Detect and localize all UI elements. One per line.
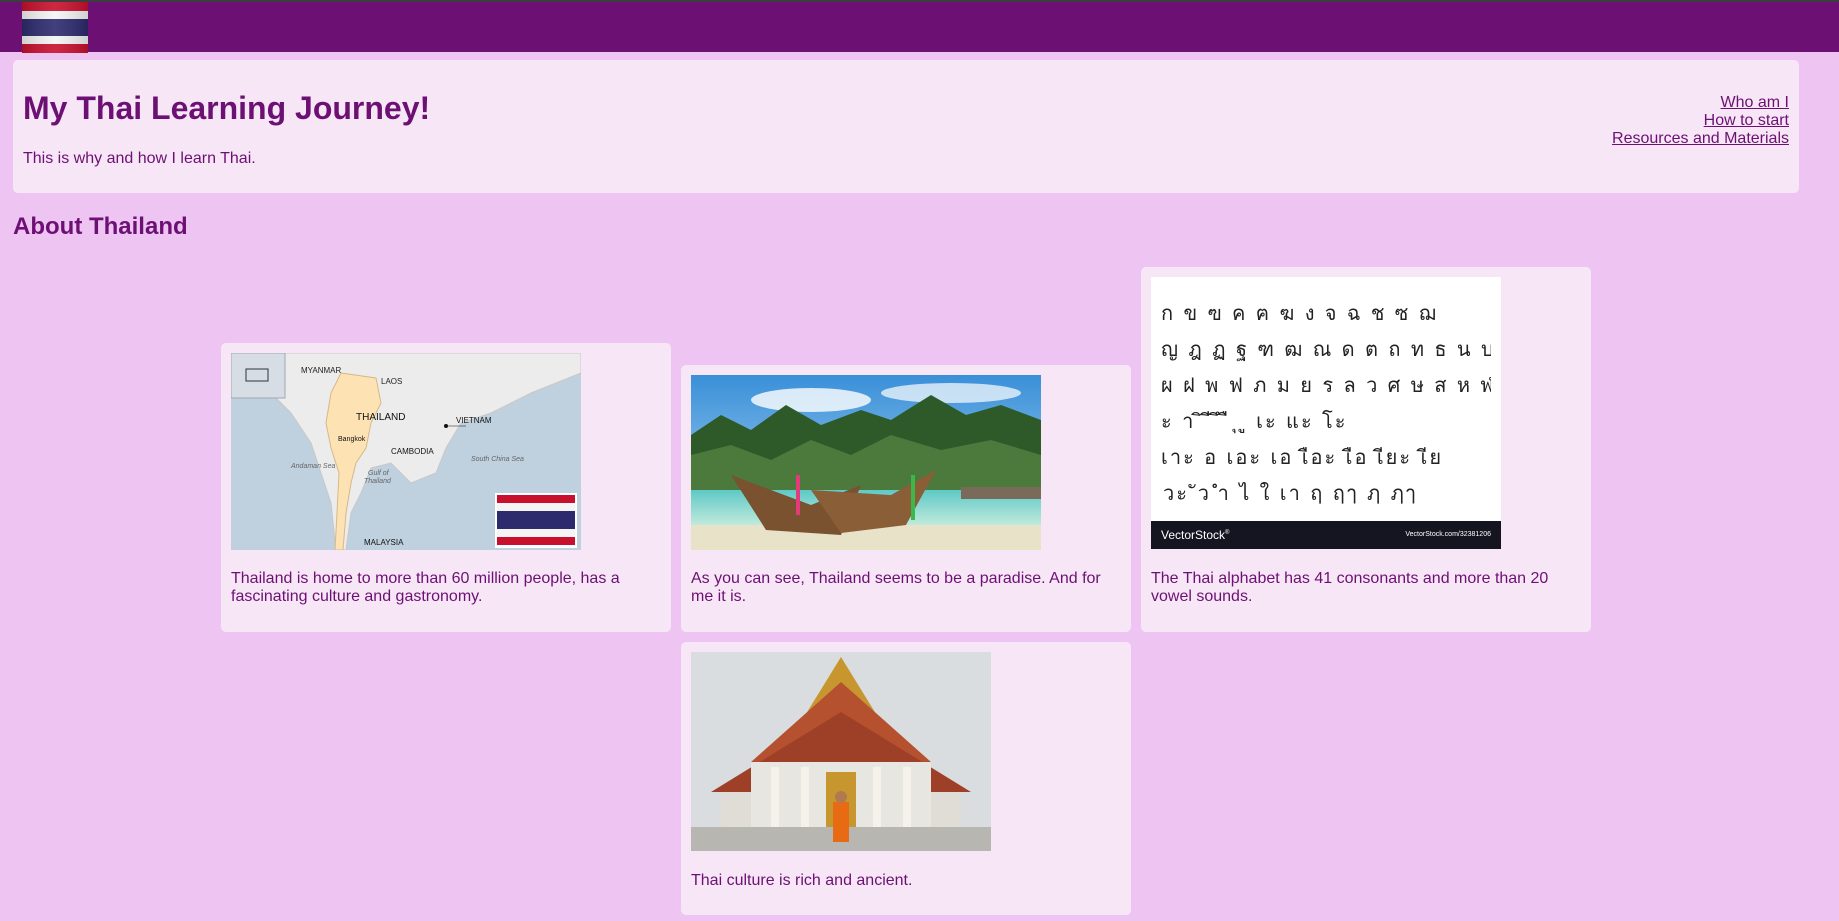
watermark-bar: VectorStock® VectorStock.com/32381206 (1151, 521, 1501, 549)
page-title: My Thai Learning Journey! (23, 90, 431, 126)
alphabet-row: ญ ฎ ฏ ฐ ฑ ฒ ณ ด ต ถ ท ธ น บ ป (1161, 337, 1491, 361)
alphabet-row: ะ า ิ ี ึ ื ุ ู เะ แะ โะ (1161, 409, 1348, 433)
flag-inset-icon (495, 493, 577, 548)
svg-text:Gulf of: Gulf of (368, 470, 390, 477)
alphabet-chart: ก ข ฃ ค ฅ ฆ ง จ ฉ ช ซ ฌ ญ ฎ ฏ ฐ ฑ ฒ ณ ด … (1161, 295, 1491, 511)
alphabet-row: ัวะ ัว ำ ไ ใ เา ฤ ฤๅ ฦ ฦๅ (1161, 481, 1418, 505)
card-beach: As you can see, Thailand seems to be a p… (681, 365, 1131, 632)
svg-text:THAILAND: THAILAND (356, 412, 405, 423)
image-id: VectorStock.com/32381206 (1405, 531, 1491, 538)
page-header: My Thai Learning Journey! This is why an… (13, 60, 1799, 193)
section-title: About Thailand (13, 213, 188, 240)
svg-text:Andaman Sea: Andaman Sea (290, 463, 335, 470)
card-caption: Thai culture is rich and ancient. (691, 872, 913, 889)
card-caption: The Thai alphabet has 41 consonants and … (1151, 570, 1549, 605)
card-caption: As you can see, Thailand seems to be a p… (691, 570, 1101, 605)
alphabet-row: เาะ อ เอะ เอ เือะ เือ เียะ เีย (1161, 445, 1444, 469)
svg-text:LAOS: LAOS (381, 377, 402, 386)
alphabet-row: ก ข ฃ ค ฅ ฆ ง จ ฉ ช ซ ฌ (1161, 301, 1438, 325)
beach-photo-image (691, 375, 1041, 550)
thailand-map-image: MYANMAR LAOS THAILAND VIETNAM Bangkok CA… (231, 353, 581, 550)
svg-text:MALAYSIA: MALAYSIA (364, 538, 404, 547)
card-temple: Thai culture is rich and ancient. (681, 642, 1131, 915)
card-alphabet: ก ข ฃ ค ฅ ฆ ง จ ฉ ช ซ ฌ ญ ฎ ฏ ฐ ฑ ฒ ณ ด … (1141, 267, 1591, 632)
temple-photo-image (691, 652, 991, 851)
nav-link-who-am-i[interactable]: Who am I (1612, 94, 1789, 112)
alphabet-row: ผ ฝ พ ฟ ภ ม ย ร ล ว ศ ษ ส ห ฬ อ ฮ (1161, 373, 1491, 397)
card-thailand-map: MYANMAR LAOS THAILAND VIETNAM Bangkok CA… (221, 343, 671, 632)
nav-link-how-to-start[interactable]: How to start (1612, 112, 1789, 130)
svg-text:South China Sea: South China Sea (471, 456, 524, 463)
top-bar (0, 0, 1839, 53)
svg-text:CAMBODIA: CAMBODIA (391, 447, 434, 456)
svg-text:VIETNAM: VIETNAM (456, 416, 492, 425)
thailand-flag-icon (22, 2, 88, 53)
page-subtitle: This is why and how I learn Thai. (23, 150, 256, 167)
svg-text:Bangkok: Bangkok (338, 436, 366, 443)
card-caption: Thailand is home to more than 60 million… (231, 570, 620, 605)
vectorstock-logo: VectorStock (1161, 528, 1226, 542)
thai-alphabet-image: ก ข ฃ ค ฅ ฆ ง จ ฉ ช ซ ฌ ญ ฎ ฏ ฐ ฑ ฒ ณ ด … (1151, 277, 1501, 549)
nav-link-resources[interactable]: Resources and Materials (1612, 130, 1789, 148)
map-label: MYANMAR (301, 366, 342, 375)
header-nav: Who am I How to start Resources and Mate… (1612, 94, 1789, 148)
svg-text:Thailand: Thailand (364, 478, 392, 485)
